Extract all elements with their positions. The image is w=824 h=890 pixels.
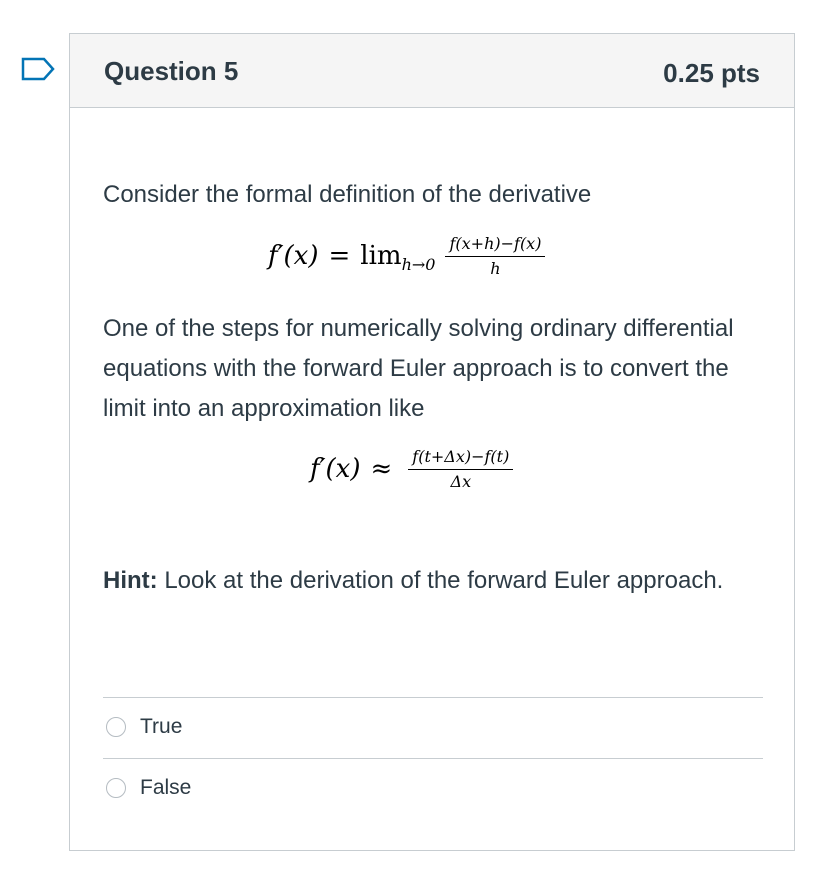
- answer-label: True: [140, 715, 183, 738]
- derivative-definition-equation: f′(x) = lim h→0 f(x+h)−f(x) h: [268, 234, 546, 278]
- question-card: Question 5 0.25 pts Consider the formal …: [69, 33, 795, 851]
- eq2-numerator: f(t+Δx)−f(t): [408, 447, 514, 470]
- answer-false[interactable]: False: [106, 768, 191, 808]
- question-title: Question 5: [104, 56, 239, 86]
- hint-text: Look at the derivation of the forward Eu…: [157, 567, 724, 594]
- answers-divider-top: [103, 697, 763, 698]
- question-paragraph: One of the steps for numerically solving…: [103, 315, 734, 422]
- question-points: 0.25 pts: [663, 58, 760, 88]
- bookmark-question-icon[interactable]: [20, 56, 56, 82]
- euler-approximation-equation: f′(x) ≈ f(t+Δx)−f(t) Δx: [310, 447, 514, 491]
- hint-label: Hint:: [103, 567, 158, 594]
- question-intro: Consider the formal definition of the de…: [103, 181, 592, 208]
- question-hint: Hint: Look at the derivation of the forw…: [103, 561, 763, 601]
- eq1-equals: =: [328, 241, 351, 271]
- eq1-lim: lim: [360, 241, 402, 271]
- answer-true[interactable]: True: [106, 707, 182, 747]
- eq1-numerator: f(x+h)−f(x): [445, 234, 546, 257]
- eq2-fraction: f(t+Δx)−f(t) Δx: [408, 447, 514, 491]
- eq2-approx: ≈: [370, 454, 393, 484]
- answer-label: False: [140, 776, 192, 799]
- radio-unchecked-icon[interactable]: [106, 778, 126, 798]
- question-header: Question 5 0.25 pts: [70, 34, 794, 108]
- eq1-lim-subscript: h→0: [401, 254, 436, 274]
- eq2-lhs: f′(x): [310, 454, 361, 484]
- radio-unchecked-icon[interactable]: [106, 717, 126, 737]
- eq1-lhs: f′(x): [268, 241, 319, 271]
- answers-divider: [103, 758, 763, 759]
- eq1-denominator: h: [490, 259, 501, 278]
- eq1-fraction: f(x+h)−f(x) h: [445, 234, 546, 278]
- eq2-denominator: Δx: [450, 472, 472, 491]
